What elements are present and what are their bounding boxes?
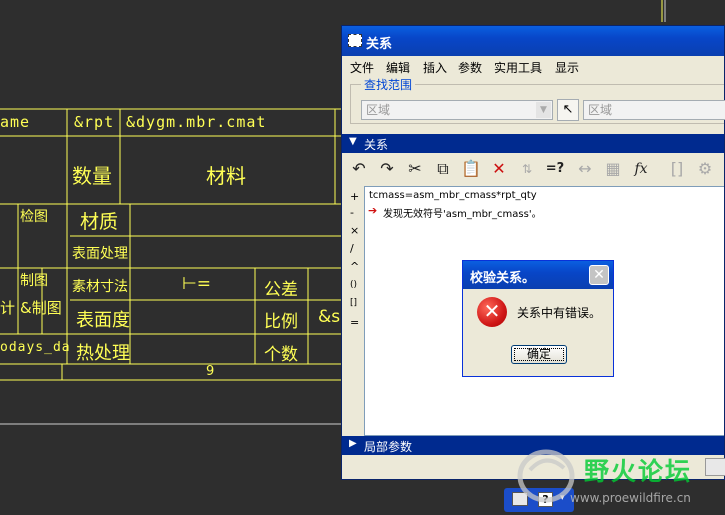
- chevron-down-icon[interactable]: ▼: [536, 102, 551, 118]
- tolerance-label: 公差: [264, 280, 298, 300]
- region-combo[interactable]: 区域: [583, 100, 725, 120]
- menu-insert[interactable]: 插入: [423, 59, 447, 76]
- op-plus-button[interactable]: +: [350, 190, 359, 203]
- dialog-message: 关系中有错误。: [517, 306, 602, 320]
- header-cell-rpt: &rpt: [74, 113, 115, 131]
- watermark-url: www.proewildfire.cn: [570, 491, 691, 505]
- heat-treatment-label: 热处理: [76, 343, 130, 364]
- menu-parameters[interactable]: 参数: [458, 59, 482, 76]
- menu-edit[interactable]: 编辑: [386, 59, 410, 76]
- check-label: 检图: [20, 209, 48, 225]
- scale-label: 比例: [264, 312, 298, 332]
- paste-icon[interactable]: 📋: [460, 158, 482, 180]
- redo-icon[interactable]: ↷: [376, 158, 398, 180]
- relation-line-1[interactable]: tcmass=asm_mbr_cmass*rpt_qty: [369, 190, 537, 201]
- menu-utilities[interactable]: 实用工具: [494, 59, 542, 76]
- units-icon[interactable]: ▦: [602, 158, 624, 180]
- draw-ref-label: &制图: [20, 299, 62, 317]
- date-ref-label: odays_da: [0, 340, 71, 355]
- surface-finish-label: 表面度: [76, 310, 130, 331]
- pointer-icon: ↖: [562, 102, 574, 117]
- verify-icon[interactable]: ⚙: [694, 158, 716, 180]
- scope-combo-value: 区域: [366, 103, 391, 117]
- op-equals-button[interactable]: =: [350, 316, 359, 329]
- op-parentheses-button[interactable]: (): [350, 280, 357, 290]
- verify-relations-dialog[interactable]: 校验关系。 ✕ ✕ 关系中有错误。 确定: [462, 260, 614, 377]
- error-icon: ✕: [477, 297, 507, 327]
- ok-button[interactable]: 确定: [511, 345, 567, 364]
- material-label: 材料: [206, 164, 246, 188]
- search-scope-label: 查找范围: [361, 76, 416, 93]
- header-cell-material-param: &dygm.mbr.cmat: [126, 113, 267, 131]
- window-titlebar[interactable]: 关系: [342, 26, 724, 56]
- surface-treatment-label: 表面处理: [72, 246, 128, 262]
- header-cell-name: ame: [0, 113, 31, 131]
- copy-icon[interactable]: ⧉: [432, 158, 454, 180]
- op-power-button[interactable]: ^: [350, 260, 359, 273]
- relations-section-label: 关系: [364, 138, 389, 152]
- design-left-label: 计: [0, 299, 16, 317]
- region-combo-value: 区域: [588, 103, 613, 117]
- collapse-arrow-icon: ▼: [349, 136, 357, 147]
- stock-size-value: ⊢=: [182, 274, 212, 294]
- relations-window[interactable]: 关系 文件 编辑 插入 参数 实用工具 显示 查找范围 区域 ▼ ↖ 区域 ▼ …: [341, 25, 725, 480]
- scope-combo[interactable]: 区域 ▼: [361, 100, 553, 120]
- undo-icon[interactable]: ↶: [348, 158, 370, 180]
- op-brackets-button[interactable]: []: [350, 298, 357, 308]
- close-icon[interactable]: ✕: [589, 265, 609, 285]
- stock-size-label: 素材寸法: [72, 279, 128, 295]
- cut-icon[interactable]: ✂: [404, 158, 426, 180]
- delete-icon[interactable]: ✕: [488, 158, 510, 180]
- count-label: 个数: [264, 345, 298, 365]
- menu-display[interactable]: 显示: [555, 59, 579, 76]
- function-icon[interactable]: fx: [630, 158, 652, 180]
- scale-ref-label: &s: [318, 307, 341, 327]
- relation-error-line[interactable]: 发现无效符号'asm_mbr_cmass'。: [383, 205, 542, 220]
- material-quality-label: 材质: [80, 211, 119, 233]
- relations-section-bar[interactable]: ▼ 关系: [342, 134, 724, 153]
- dimension-icon[interactable]: ↔: [574, 158, 596, 180]
- sheet-number: 9: [206, 364, 215, 379]
- error-arrow-icon: ➔: [368, 204, 378, 217]
- search-scope-group: 查找范围 区域 ▼ ↖ 区域: [350, 76, 725, 124]
- op-multiply-button[interactable]: ×: [350, 224, 359, 237]
- menu-bar: 文件 编辑 插入 参数 实用工具 显示: [342, 56, 724, 76]
- app-icon: [348, 34, 362, 47]
- relations-toolbar: ↶ ↷ ✂ ⧉ 📋 ✕ ⇅ =? ↔ ▦ fx [] ⚙: [346, 154, 724, 182]
- dialog-title: 校验关系。: [470, 271, 536, 286]
- op-divide-button[interactable]: /: [350, 242, 354, 255]
- sort-icon[interactable]: ⇅: [516, 158, 538, 180]
- brackets-icon[interactable]: []: [666, 158, 688, 180]
- menu-file[interactable]: 文件: [350, 59, 374, 76]
- watermark-title: 野火论坛: [584, 457, 693, 486]
- evaluate-icon[interactable]: =?: [544, 158, 566, 180]
- local-params-section-label: 局部参数: [364, 440, 413, 454]
- dialog-titlebar[interactable]: 校验关系。 ✕: [463, 261, 613, 289]
- expand-arrow-icon: ▶: [349, 438, 357, 449]
- partial-widget: [705, 458, 725, 476]
- pointer-select-button[interactable]: ↖: [557, 99, 579, 121]
- op-minus-button[interactable]: -: [350, 206, 354, 219]
- window-title: 关系: [366, 37, 393, 52]
- qty-label: 数量: [72, 164, 112, 188]
- forum-watermark: 野火论坛 www.proewildfire.cn: [512, 446, 725, 515]
- draw-label: 制图: [20, 273, 48, 289]
